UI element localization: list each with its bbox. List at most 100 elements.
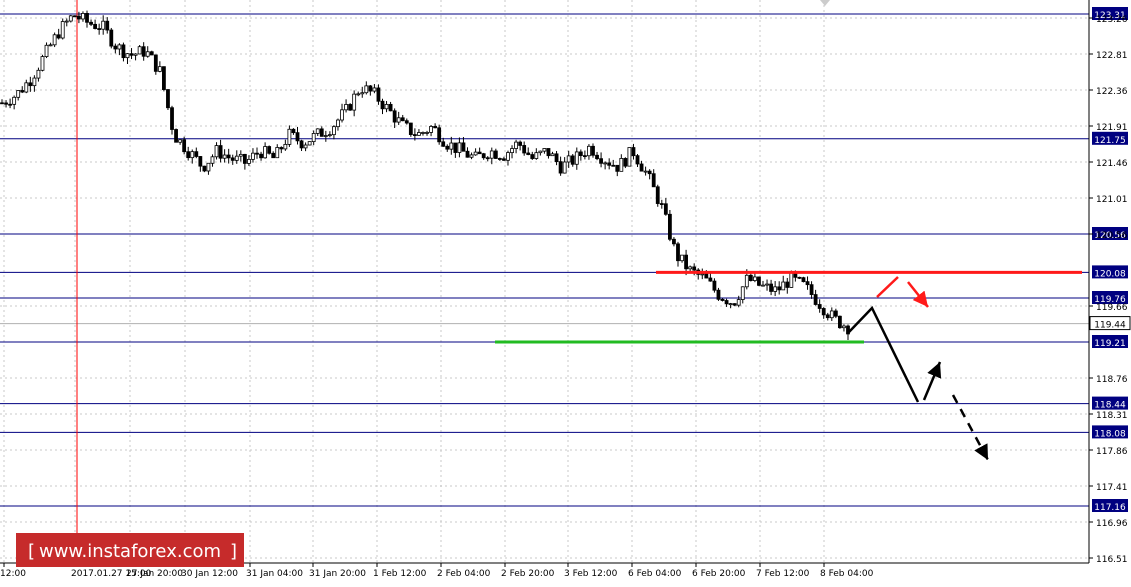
candle-body xyxy=(465,150,470,158)
candle-body xyxy=(809,284,814,295)
candle-body xyxy=(182,139,187,153)
candle-body xyxy=(376,87,381,102)
candle-body xyxy=(64,20,69,23)
candle-body xyxy=(724,300,729,305)
candle-body xyxy=(364,85,369,94)
candle-body xyxy=(149,51,154,56)
candle-body xyxy=(530,154,535,159)
candle-body xyxy=(303,144,308,149)
price-tick-label: 122.81 xyxy=(1096,51,1128,61)
candle-body xyxy=(210,156,215,164)
candle-body xyxy=(752,276,757,281)
candle-body xyxy=(493,150,498,159)
candle-body xyxy=(744,274,749,288)
candle-body xyxy=(44,44,49,57)
candle-body xyxy=(708,277,713,282)
candle-body xyxy=(692,266,697,271)
candle-body xyxy=(461,142,466,152)
candle-body xyxy=(28,82,33,87)
candle-body xyxy=(319,128,324,137)
candle-body xyxy=(121,44,126,59)
price-tick-label: 116.51 xyxy=(1096,555,1128,565)
chart-background xyxy=(0,0,1131,583)
candle-body xyxy=(105,20,110,31)
candle-body xyxy=(230,157,235,161)
candle-body xyxy=(672,238,676,245)
candle-body xyxy=(777,286,782,291)
candle-body xyxy=(761,284,765,287)
candle-body xyxy=(437,127,442,143)
candle-body xyxy=(417,132,421,136)
candle-body xyxy=(712,280,717,291)
candle-body xyxy=(421,132,425,134)
candle-body xyxy=(323,135,328,137)
candle-body xyxy=(457,142,462,153)
candle-body xyxy=(81,13,85,20)
candle-body xyxy=(162,66,166,90)
candle-body xyxy=(554,153,559,163)
time-tick-label: 12:00 xyxy=(0,569,26,579)
candle-body xyxy=(255,152,259,155)
candle-body xyxy=(145,51,150,57)
candle-body xyxy=(72,15,77,18)
candle-body xyxy=(311,133,316,143)
candle-body xyxy=(477,151,482,155)
candle-body xyxy=(489,150,494,159)
candle-body xyxy=(396,117,401,123)
candle-body xyxy=(607,162,612,166)
time-tick-label: 8 Feb 04:00 xyxy=(820,569,874,579)
watermark: www.instaforex.com [ ] xyxy=(16,533,244,567)
candle-body xyxy=(676,243,680,262)
candle-body xyxy=(582,155,587,158)
candle-body xyxy=(846,325,850,335)
candle-body xyxy=(773,286,778,292)
candle-body xyxy=(805,281,810,286)
candle-body xyxy=(842,325,846,329)
time-tick-label: 27 Jan 20:00 xyxy=(126,569,183,579)
candle-body xyxy=(360,92,365,95)
price-tick-label: 120.56 xyxy=(1096,231,1128,241)
time-tick-label: 2 Feb 04:00 xyxy=(437,569,491,579)
candle-body xyxy=(643,170,648,173)
candle-body xyxy=(473,151,478,156)
candle-body xyxy=(174,129,178,143)
candle-body xyxy=(813,294,818,305)
level-label: 118.08 xyxy=(1094,429,1126,439)
candle-body xyxy=(817,304,822,309)
candle-body xyxy=(238,153,243,157)
candle-body xyxy=(275,147,280,159)
candle-body xyxy=(85,13,89,23)
candle-body xyxy=(336,119,340,128)
time-tick-label: 3 Feb 12:00 xyxy=(564,569,618,579)
candle-body xyxy=(352,93,357,111)
candle-body xyxy=(214,145,219,158)
candle-body xyxy=(307,141,312,146)
candle-body xyxy=(736,299,741,306)
candle-body xyxy=(77,15,81,20)
candle-body xyxy=(315,128,320,134)
candle-body xyxy=(619,158,624,172)
candle-body xyxy=(113,45,118,50)
price-tick-label: 121.46 xyxy=(1096,159,1128,169)
candle-body xyxy=(356,93,361,96)
candle-body xyxy=(829,310,834,319)
candle-body xyxy=(291,128,296,134)
candle-body xyxy=(388,103,393,112)
candle-body xyxy=(801,277,806,283)
candle-body xyxy=(4,102,8,105)
candle-body xyxy=(101,20,106,30)
candle-body xyxy=(631,147,636,157)
candle-body xyxy=(340,109,344,121)
candle-body xyxy=(234,155,239,161)
candle-body xyxy=(833,310,838,317)
candle-body xyxy=(639,163,644,172)
price-tick-label: 117.86 xyxy=(1096,447,1128,457)
candle-body xyxy=(838,315,842,329)
candle-body xyxy=(485,157,490,160)
candle-body xyxy=(190,151,195,159)
candle-body xyxy=(538,150,543,154)
candle-body xyxy=(226,154,231,159)
candle-body xyxy=(166,89,170,109)
candle-body xyxy=(522,145,527,154)
candle-body xyxy=(287,128,292,145)
